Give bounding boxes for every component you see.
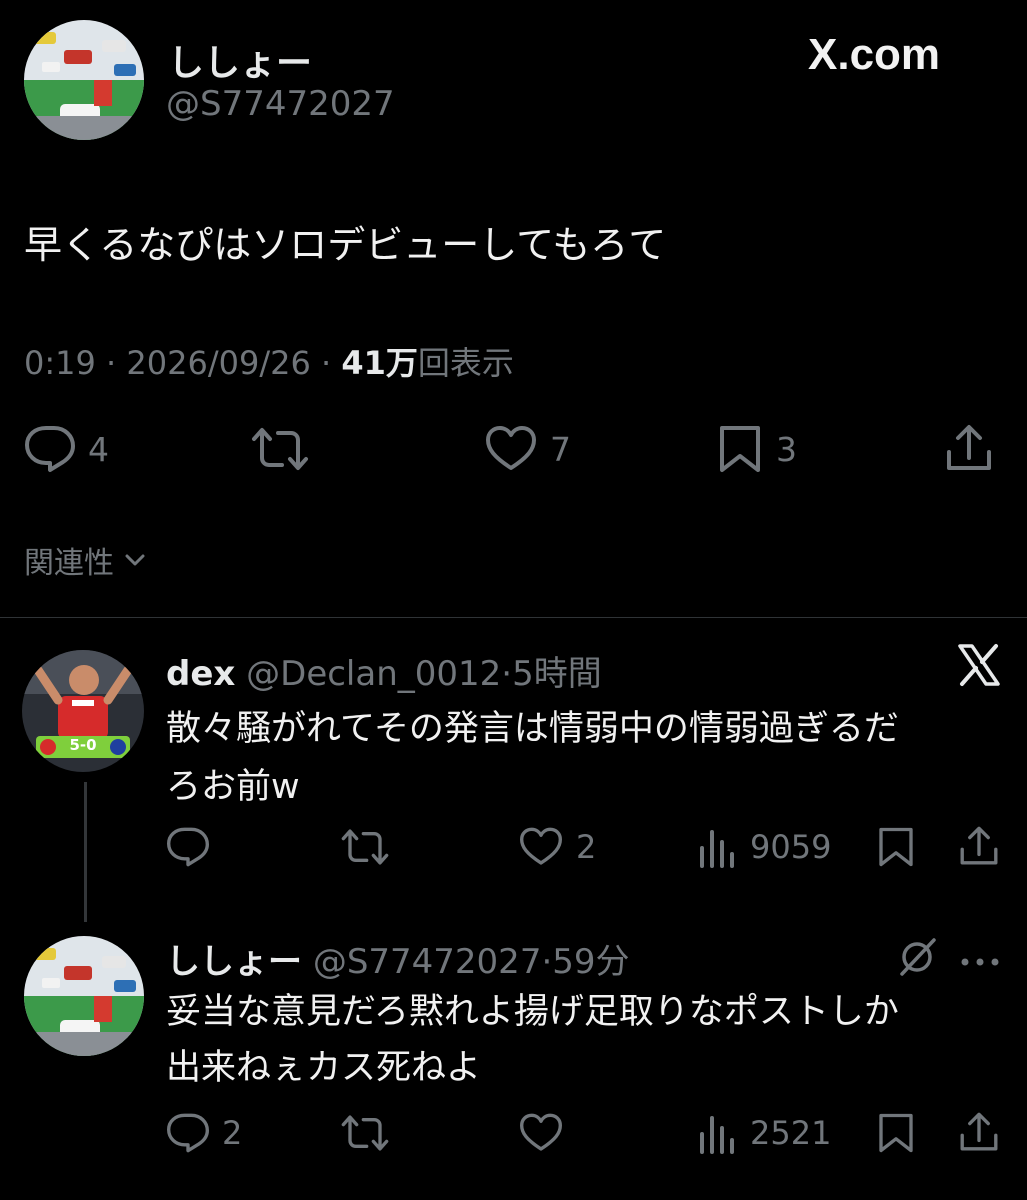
repost-icon bbox=[252, 428, 308, 470]
section-divider bbox=[0, 617, 1027, 618]
reply-header: ししょー @S77472027·59分 bbox=[166, 934, 630, 983]
share-icon bbox=[960, 1112, 998, 1151]
reply-avatar[interactable]: 5-0 bbox=[22, 650, 144, 772]
reply-time[interactable]: 59分 bbox=[552, 942, 629, 982]
heart-icon bbox=[520, 827, 562, 865]
tweet-meta: 0:19 · 2026/09/26 · 41万回表示 bbox=[24, 338, 514, 384]
reply-views-button[interactable]: 2521 bbox=[698, 1112, 831, 1154]
share-icon bbox=[960, 826, 998, 865]
repost-button[interactable] bbox=[250, 424, 310, 474]
bookmark-button[interactable]: 3 bbox=[716, 424, 797, 474]
meta-separator: · bbox=[320, 344, 332, 382]
author-handle[interactable]: @S77472027 bbox=[166, 84, 395, 124]
reply-icon bbox=[167, 1113, 209, 1153]
reply-icon bbox=[167, 827, 209, 867]
share-icon bbox=[947, 425, 991, 470]
sort-label: 関連性 bbox=[24, 546, 114, 581]
meta-separator: · bbox=[106, 344, 117, 382]
reply-header: dex @Declan_0012·5時間 bbox=[166, 646, 602, 695]
avatar-score-text: 5-0 bbox=[69, 736, 97, 754]
reply-handle[interactable]: @S77472027 bbox=[313, 942, 542, 982]
reply-repost-button[interactable] bbox=[340, 826, 390, 868]
like-count: 7 bbox=[550, 429, 571, 469]
reply-views-button[interactable]: 9059 bbox=[698, 826, 831, 868]
more-options-icon[interactable] bbox=[960, 952, 1000, 971]
reply-time[interactable]: 5時間 bbox=[512, 654, 602, 694]
reply-repost-button[interactable] bbox=[340, 1112, 390, 1154]
reply-like-button[interactable]: 2 bbox=[518, 826, 596, 868]
reply-like-count: 2 bbox=[576, 828, 597, 866]
author-display-name[interactable]: ししょー bbox=[168, 34, 312, 86]
reply-reply-count: 2 bbox=[222, 1114, 243, 1152]
reply-share-button[interactable] bbox=[958, 824, 1000, 868]
reply-text-line: 出来ねぇカス死ねよ bbox=[166, 1048, 482, 1088]
share-button[interactable] bbox=[944, 422, 994, 474]
repost-icon bbox=[341, 1115, 389, 1151]
like-button[interactable]: 7 bbox=[484, 424, 571, 474]
reply-text: 妥当な意見だろ黙れよ揚げ足取りなポストしか 出来ねぇカス死ねよ bbox=[166, 984, 899, 1096]
reply-count: 4 bbox=[88, 429, 109, 469]
sort-selector[interactable]: 関連性 bbox=[24, 538, 148, 582]
reply-avatar[interactable] bbox=[24, 936, 144, 1056]
reply-share-button[interactable] bbox=[958, 1110, 1000, 1154]
heart-icon bbox=[486, 426, 536, 470]
reply-separator: · bbox=[541, 942, 553, 982]
reply-reply-button[interactable] bbox=[166, 826, 210, 868]
reply-text-line: ろお前w bbox=[166, 767, 300, 807]
bookmark-icon bbox=[720, 426, 760, 472]
tweet-date[interactable]: 2026/09/26 bbox=[126, 344, 310, 382]
tweet-time[interactable]: 0:19 bbox=[24, 344, 96, 382]
reply-bookmark-button[interactable] bbox=[876, 1112, 916, 1154]
reply-button[interactable]: 4 bbox=[24, 424, 109, 474]
reply-display-name[interactable]: dex bbox=[166, 654, 235, 694]
x-logo-icon bbox=[956, 642, 1002, 692]
reply-views-count: 9059 bbox=[750, 828, 832, 866]
brand-watermark: X.com bbox=[808, 30, 941, 79]
reply-text-line: 妥当な意見だろ黙れよ揚げ足取りなポストしか bbox=[166, 992, 899, 1032]
bookmark-icon bbox=[879, 1113, 913, 1153]
reply-text-line: 散々騒がれてその発言は情弱中の情弱過ぎるだ bbox=[166, 709, 899, 749]
heart-icon bbox=[520, 1113, 562, 1151]
grok-icon[interactable] bbox=[896, 936, 938, 982]
reply-like-button[interactable] bbox=[518, 1112, 564, 1154]
author-avatar[interactable] bbox=[24, 20, 144, 140]
thread-connector-line bbox=[84, 782, 87, 922]
repost-icon bbox=[341, 829, 389, 865]
chevron-down-icon bbox=[125, 554, 145, 566]
bar-chart-icon bbox=[700, 830, 734, 868]
tweet-text: 早くるなぴはソロデビューしてもろて bbox=[24, 223, 667, 267]
bar-chart-icon bbox=[700, 1116, 734, 1154]
reply-icon bbox=[25, 426, 75, 472]
views-label: 回表示 bbox=[417, 344, 514, 382]
reply-bookmark-button[interactable] bbox=[876, 826, 916, 868]
reply-display-name[interactable]: ししょー bbox=[166, 942, 302, 982]
reply-views-count: 2521 bbox=[750, 1114, 832, 1152]
bookmark-count: 3 bbox=[776, 429, 797, 469]
reply-handle[interactable]: @Declan_0012 bbox=[246, 654, 501, 694]
bookmark-icon bbox=[879, 827, 913, 867]
reply-separator: · bbox=[501, 654, 513, 694]
reply-text: 散々騒がれてその発言は情弱中の情弱過ぎるだ ろお前w bbox=[166, 700, 899, 816]
views-count: 41万 bbox=[341, 344, 418, 382]
reply-reply-button[interactable]: 2 bbox=[166, 1112, 242, 1154]
